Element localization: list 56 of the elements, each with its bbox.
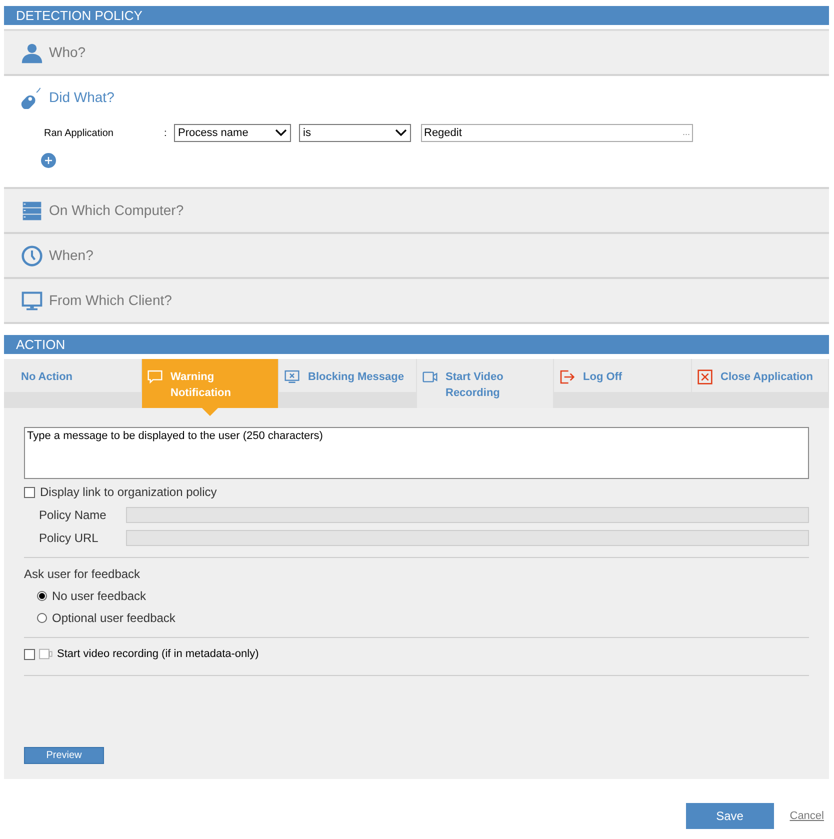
separator-text: : [164,126,168,140]
exit-arrow-icon [559,369,575,385]
field-label: Policy Name [38,507,108,524]
section-title: Who? [49,43,86,62]
video-camera-icon [38,647,54,662]
input-field[interactable] [126,507,809,523]
cancel-link[interactable]: Cancel [790,808,824,824]
save-button[interactable]: Save [686,803,774,829]
action-tab[interactable]: Close Application [692,359,828,392]
monitor-icon [21,290,43,312]
action-tab[interactable]: Warning Notification [142,359,278,408]
close-icon [696,369,712,385]
action-tab[interactable]: Blocking Message [279,359,416,392]
section-title: On Which Computer? [49,201,184,220]
input-field[interactable]: Regedit ... [421,124,693,142]
accordion-panel[interactable]: On Which Computer? [4,189,829,234]
radio-label: No user feedback [52,588,146,605]
plus-icon [45,157,52,164]
section-header: ACTION [4,335,829,354]
action-tab[interactable]: Log Off [554,359,690,392]
accordion-panel[interactable]: From Which Client? [4,279,829,324]
browse-button[interactable]: ... [682,126,690,140]
checkbox[interactable] [24,648,35,660]
group-label: Ask user for feedback [24,566,142,583]
dropdown[interactable]: is [299,124,411,142]
dropdown[interactable]: Process name [174,124,291,142]
selection-pointer-icon [202,408,218,416]
radio-button[interactable] [37,613,47,623]
radio-label: Optional user feedback [52,610,176,627]
radio-button[interactable] [37,591,47,601]
add-button[interactable] [41,153,56,168]
action-tab[interactable]: No Action [4,359,140,392]
monitor-x-icon [284,369,300,385]
person-icon [21,42,43,64]
section-title: From Which Client? [49,291,172,310]
action-tab[interactable]: Start Video Recording [416,359,553,408]
section-title: Did What? [49,88,114,107]
accordion-panel[interactable]: When? [4,234,829,279]
checkbox-label: Display link to organization policy [40,484,217,501]
clock-icon [21,244,43,266]
video-camera-icon [422,369,438,385]
message-textarea[interactable]: Type a message to be displayed to the user (250 characters) [24,427,809,479]
server-icon [21,200,43,222]
section-header: DETECTION POLICY [4,6,829,25]
speech-bubble-icon [146,369,162,385]
checkbox-label: Start video recording (if in metadata-only) [57,647,259,662]
preview-button[interactable]: Preview [24,747,104,764]
chevron-down-icon [275,129,287,137]
input-field[interactable] [126,530,809,546]
field-label: Policy URL [38,530,100,547]
section-title: When? [49,246,94,265]
checkbox[interactable] [24,486,35,498]
condition-label: Ran Application [43,126,114,140]
accordion-panel[interactable]: Who? [4,31,829,76]
mouse-icon [21,86,43,108]
chevron-down-icon [395,129,407,137]
